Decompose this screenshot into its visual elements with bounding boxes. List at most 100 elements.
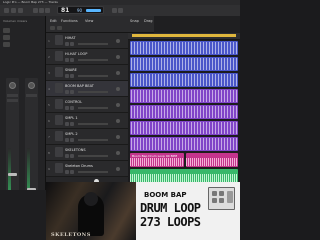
solo-button[interactable] bbox=[70, 74, 74, 78]
track-name[interactable]: CONTROL bbox=[65, 100, 82, 104]
mute-button[interactable] bbox=[65, 138, 69, 142]
solo-button[interactable] bbox=[70, 170, 74, 174]
menu-functions[interactable]: Functions bbox=[61, 19, 78, 23]
artist-photo: SKELETONS bbox=[46, 182, 136, 240]
preset-icon[interactable] bbox=[3, 28, 10, 33]
track-volume-slider[interactable] bbox=[78, 59, 108, 72]
midi-region[interactable] bbox=[130, 105, 238, 119]
menu-view[interactable]: View bbox=[85, 19, 93, 23]
track-row[interactable]: 5 CONTROL bbox=[46, 97, 128, 120]
midi-region[interactable] bbox=[130, 73, 238, 87]
arrange-area[interactable]: Boom Bap Drum Loop 90 BPM bbox=[128, 40, 240, 190]
solo-button[interactable] bbox=[70, 122, 74, 126]
track-name[interactable]: SNARE bbox=[65, 68, 77, 72]
record-icon[interactable] bbox=[45, 8, 50, 13]
track-name[interactable]: Skeleton Drums bbox=[65, 164, 93, 168]
solo-button[interactable] bbox=[70, 138, 74, 142]
preset-icon[interactable] bbox=[3, 42, 10, 47]
audio-region[interactable] bbox=[130, 169, 238, 183]
mute-button[interactable] bbox=[65, 42, 69, 46]
pan-knob[interactable] bbox=[9, 82, 16, 89]
pan-knob[interactable] bbox=[28, 82, 35, 89]
track-name[interactable]: SMPL 2 bbox=[65, 132, 78, 136]
promo-title: BOOM BAP bbox=[144, 191, 187, 199]
menu-drag[interactable]: Drag bbox=[144, 19, 153, 23]
track-name[interactable]: HI-HAT LOOP bbox=[65, 52, 87, 56]
drum-machine-icon bbox=[208, 187, 235, 210]
track-row[interactable]: 1 HIHAT bbox=[46, 33, 128, 56]
mute-button[interactable] bbox=[65, 90, 69, 94]
mute-button[interactable] bbox=[65, 170, 69, 174]
track-name[interactable]: SMPL 1 bbox=[65, 116, 78, 120]
mute-button[interactable] bbox=[65, 122, 69, 126]
solo-button[interactable] bbox=[70, 90, 74, 94]
volume-fader[interactable] bbox=[8, 173, 17, 176]
global-tracks-icon[interactable] bbox=[57, 26, 62, 30]
track-volume-slider[interactable] bbox=[78, 91, 108, 104]
lcd-tempo: 90 bbox=[77, 8, 83, 13]
track-row[interactable]: 9 Skeleton Drums bbox=[46, 161, 128, 184]
track-volume-slider[interactable] bbox=[78, 171, 108, 184]
track-row[interactable]: 7 SMPL 2 bbox=[46, 129, 128, 152]
midi-region[interactable] bbox=[130, 89, 238, 103]
mute-button[interactable] bbox=[65, 154, 69, 158]
activity-led bbox=[116, 103, 120, 107]
bar-ruler[interactable] bbox=[128, 33, 240, 40]
mute-button[interactable] bbox=[65, 74, 69, 78]
track-number: 6 bbox=[48, 119, 50, 123]
track-volume-slider[interactable] bbox=[78, 123, 108, 136]
metronome-icon[interactable] bbox=[118, 8, 123, 13]
track-row[interactable]: 2 HI-HAT LOOP bbox=[46, 49, 128, 72]
mute-button[interactable] bbox=[65, 106, 69, 110]
mute-button[interactable] bbox=[65, 58, 69, 62]
waveform bbox=[130, 174, 238, 182]
rewind-icon[interactable] bbox=[33, 8, 38, 13]
promo-panel: BOOM BAP DRUM LOOP 273 LOOPS bbox=[136, 182, 240, 240]
plugin-slot[interactable] bbox=[7, 94, 18, 97]
track-row[interactable]: 3 SNARE bbox=[46, 65, 128, 88]
solo-button[interactable] bbox=[70, 42, 74, 46]
track-row[interactable]: 8 SKELETONS bbox=[46, 145, 128, 168]
photo-logo: SKELETONS bbox=[51, 232, 91, 238]
toolbar-icon[interactable] bbox=[18, 8, 23, 13]
menu-edit[interactable]: Edit bbox=[50, 19, 57, 23]
play-icon[interactable] bbox=[39, 8, 44, 13]
menu-snap[interactable]: Snap bbox=[130, 19, 139, 23]
add-track-icon[interactable] bbox=[50, 26, 55, 30]
audio-region[interactable] bbox=[186, 153, 238, 167]
cycle-range[interactable] bbox=[132, 34, 236, 37]
plugin-slot[interactable] bbox=[26, 94, 37, 97]
track-name[interactable]: HIHAT bbox=[65, 36, 76, 40]
track-volume-slider[interactable] bbox=[78, 43, 108, 56]
track-volume-slider[interactable] bbox=[78, 107, 108, 120]
track-volume-slider[interactable] bbox=[78, 75, 108, 88]
midi-region[interactable] bbox=[130, 41, 238, 55]
midi-region[interactable] bbox=[130, 121, 238, 135]
activity-led bbox=[116, 39, 120, 43]
midi-region[interactable] bbox=[130, 137, 238, 151]
drum-icon bbox=[55, 131, 63, 141]
track-name[interactable]: SKELETONS bbox=[65, 148, 86, 152]
activity-led bbox=[116, 135, 120, 139]
track-row[interactable]: 6 SMPL 1 bbox=[46, 113, 128, 136]
inspector-icon[interactable] bbox=[11, 8, 16, 13]
track-volume-slider[interactable] bbox=[78, 155, 108, 168]
solo-button[interactable] bbox=[70, 58, 74, 62]
track-row[interactable]: 4 BOOM BAP BEAT bbox=[46, 81, 128, 104]
preset-icon[interactable] bbox=[3, 35, 10, 40]
activity-led bbox=[116, 55, 120, 59]
audio-region[interactable]: Boom Bap Drum Loop 90 BPM bbox=[130, 153, 184, 167]
activity-led bbox=[116, 71, 120, 75]
midi-region[interactable] bbox=[130, 57, 238, 71]
track-number: 8 bbox=[48, 151, 50, 155]
track-name[interactable]: BOOM BAP BEAT bbox=[65, 84, 94, 88]
cycle-icon[interactable] bbox=[112, 8, 117, 13]
lcd-display[interactable]: 81 90 bbox=[57, 6, 104, 14]
track-volume-slider[interactable] bbox=[78, 139, 108, 152]
lcd-mode-indicator bbox=[86, 9, 101, 12]
solo-button[interactable] bbox=[70, 106, 74, 110]
library-icon[interactable] bbox=[4, 8, 9, 13]
plugin-slot[interactable] bbox=[7, 99, 18, 102]
solo-button[interactable] bbox=[70, 154, 74, 158]
track-number: 3 bbox=[48, 71, 50, 75]
